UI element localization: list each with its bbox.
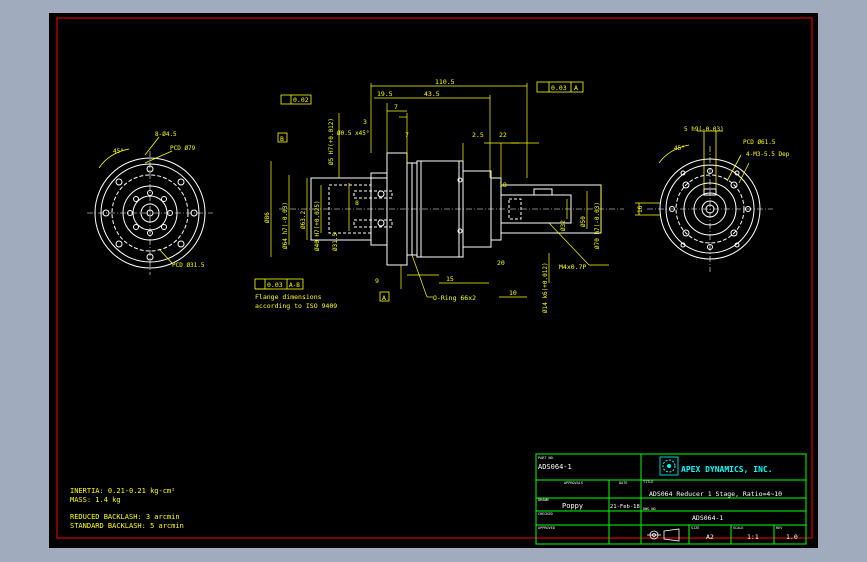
note-backlash-reduced: REDUCED BACKLASH: 3 arcmin — [70, 513, 180, 521]
tb-company: APEX DYNAMICS, INC. — [681, 465, 773, 474]
datum-b-label: B — [280, 135, 284, 143]
left-pcd-top-label: PCD Ø79 — [170, 145, 196, 152]
tb-rev: 1.0 — [786, 533, 798, 541]
chamfer-label: Ø0.5 x45° — [337, 130, 370, 137]
datum-a-label: A — [382, 294, 386, 302]
gdt-runout-ref: A-B — [289, 282, 300, 289]
tb-title: ADS064 Reducer 1 Stage, Ratio=4~10 — [649, 490, 782, 498]
dim-22: 22 — [499, 131, 507, 139]
dia-63-label: Ø63.2 — [300, 211, 307, 229]
dia-5-label: Ø5 H7(+0.012) — [328, 118, 335, 165]
right-holes-label: 4-M3-5.5 Dep — [746, 151, 790, 158]
svg-text:SCALE: SCALE — [733, 526, 744, 530]
right-leaders — [635, 130, 750, 216]
left-centerlines — [87, 151, 213, 275]
gdt-runout-value: 0.03 — [267, 281, 283, 289]
tb-dwg-no: ADS064-1 — [692, 514, 723, 522]
gdt-flatness-value: 0.02 — [293, 96, 309, 104]
dia-14-label: Ø14 k6(+0.012) — [542, 262, 549, 313]
svg-text:APPROVED: APPROVED — [538, 526, 555, 530]
cad-viewport[interactable]: 8-Ø4.5 PCD Ø79 45° PCD Ø31.5 0.02 0.03 A… — [49, 13, 818, 548]
notes-block: INERTIA: 0.21-0.21 kg-cm² MASS: 1.4 kg R… — [70, 487, 184, 530]
dim-3: 3 — [363, 118, 367, 126]
dim-43-5: 43.5 — [424, 90, 440, 98]
dia-31-label: Ø31.5 — [332, 233, 339, 251]
dia-64-label: Ø64 h7(-0.03) — [282, 202, 289, 249]
dim-15: 15 — [446, 275, 454, 283]
left-pcd-bottom-label: PCD Ø31.5 — [172, 262, 205, 269]
dim-10: 10 — [509, 289, 517, 297]
drawing-canvas[interactable]: 8-Ø4.5 PCD Ø79 45° PCD Ø31.5 0.02 0.03 A… — [49, 13, 818, 548]
left-holes-label: 8-Ø4.5 — [155, 131, 177, 138]
note-backlash-standard: STANDARD BACKLASH: 5 arcmin — [70, 522, 184, 530]
dim-19-5: 19.5 — [377, 90, 393, 98]
right-key-label: 5 h9(-0.03) — [684, 126, 724, 133]
tb-part-no: ADS064-1 — [538, 463, 572, 471]
right-pcd-label: PCD Ø61.5 — [743, 139, 776, 146]
svg-text:DATE: DATE — [619, 481, 627, 485]
dim-7b: 7 — [405, 131, 409, 139]
dim-overall: 110.5 — [435, 78, 455, 86]
left-angle-label: 45° — [113, 148, 124, 155]
svg-text:PART NO.: PART NO. — [538, 456, 555, 460]
right-dim-16: 16 — [637, 205, 644, 213]
right-angle-label: 45° — [674, 145, 685, 152]
note-inertia: INERTIA: 0.21-0.21 kg-cm² — [70, 487, 175, 495]
flange-note-2: according to ISO 9409 — [255, 302, 337, 310]
note-mass: MASS: 1.4 kg — [70, 496, 121, 504]
company-logo-icon — [659, 456, 679, 476]
dia-40-label: Ø40 H7(+0.025) — [314, 200, 321, 251]
gdt-parallel-value: 0.03 — [551, 84, 567, 92]
dia-32-label: Ø32 — [560, 220, 567, 231]
svg-text:APPROVALS: APPROVALS — [564, 481, 583, 485]
svg-text:CHECKED: CHECKED — [538, 512, 553, 516]
gdt-parallel-ref: A — [574, 84, 578, 92]
svg-text:REV: REV — [776, 526, 783, 530]
flange-note-1: Flange dimensions — [255, 293, 322, 301]
dim-7: 7 — [394, 103, 398, 111]
tb-drawn-by: Poppy — [562, 502, 583, 510]
tb-size: A2 — [706, 533, 714, 541]
svg-text:DWG NO: DWG NO — [643, 507, 656, 511]
dia-86-label: Ø86 — [264, 212, 271, 223]
thread-label: M4x0.7P — [559, 263, 586, 271]
tb-drawn-date: 21-Feb-18 — [610, 504, 640, 510]
dim-8: 8 — [355, 199, 359, 207]
svg-text:TITLE: TITLE — [643, 480, 654, 484]
dia-50-label: Ø50 — [580, 216, 587, 227]
oring-label: O-Ring 66x2 — [433, 294, 476, 302]
svg-text:DRAWN: DRAWN — [538, 498, 549, 502]
dim-18: 18 — [499, 181, 507, 189]
dia-70-label: Ø70 h7(-0.03) — [594, 202, 601, 249]
dim-9: 9 — [375, 277, 379, 285]
svg-text:SIZE: SIZE — [691, 526, 699, 530]
tb-scale: 1:1 — [747, 533, 759, 541]
dim-20: 20 — [497, 259, 505, 267]
dim-2-5: 2.5 — [472, 131, 484, 139]
projection-symbol-icon — [647, 528, 680, 542]
